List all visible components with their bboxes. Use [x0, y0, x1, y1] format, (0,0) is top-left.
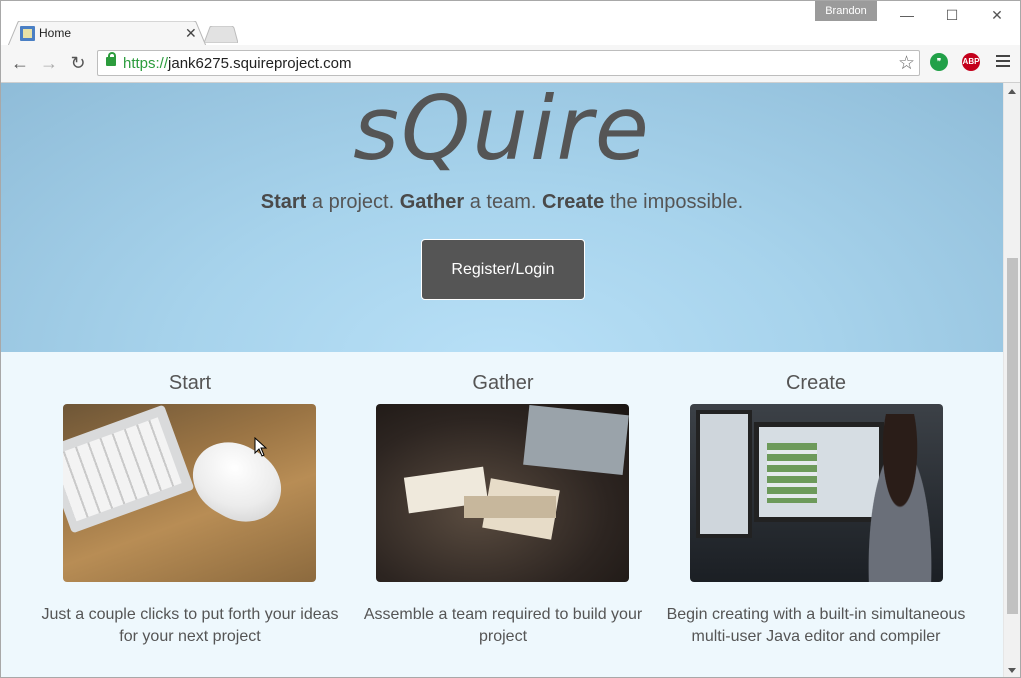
feature-title: Create: [785, 372, 847, 394]
tagline: Start a project. Gather a team. Create t…: [1, 191, 1003, 214]
mouse-illustration: [179, 427, 295, 537]
tagline-start: Start: [260, 191, 307, 213]
adblock-plus-icon[interactable]: ABP: [962, 53, 980, 71]
title-bar: Home ✕ Brandon — ☐ ✕: [1, 1, 1020, 46]
keyboard-illustration: [63, 404, 195, 534]
profile-badge[interactable]: Brandon: [815, 1, 877, 21]
reload-icon[interactable]: ↻: [67, 53, 89, 75]
feature-image-keyboard-mouse: [63, 404, 316, 582]
tagline-create: Create: [542, 191, 605, 213]
hero-section: sQuire Start a project. Gather a team. C…: [1, 83, 1003, 352]
mouse-cursor-icon: [254, 437, 268, 457]
tab-shape: [8, 21, 206, 46]
site-favicon-icon: [20, 26, 35, 41]
tagline-text-3: the impossible.: [604, 191, 744, 213]
browser-toolbar: ← → ↻ https://jank6275.squireproject.com…: [1, 45, 1020, 83]
tagline-text-1: a project.: [306, 191, 400, 213]
page-scrollbar[interactable]: [1003, 83, 1020, 677]
feature-title: Gather: [472, 372, 534, 394]
minimize-icon[interactable]: —: [885, 3, 929, 27]
lock-icon: [106, 52, 116, 66]
scrollbar-thumb[interactable]: [1007, 258, 1018, 614]
maximize-icon[interactable]: ☐: [930, 3, 974, 27]
feature-description: Begin creating with a built-in simultane…: [666, 606, 966, 645]
new-tab-button[interactable]: [204, 26, 238, 43]
monitor-illustration: [696, 410, 752, 538]
tab-title: Home: [39, 26, 72, 40]
address-bar[interactable]: https://jank6275.squireproject.com ☆: [97, 50, 920, 76]
forward-arrow-icon[interactable]: →: [38, 53, 60, 75]
url-scheme: https://: [123, 55, 169, 72]
url-text[interactable]: https://jank6275.squireproject.com: [123, 55, 351, 72]
site-logo: sQuire: [353, 83, 651, 180]
tagline-gather: Gather: [399, 191, 465, 213]
scroll-up-icon[interactable]: [1008, 89, 1016, 94]
feature-title: Start: [168, 372, 212, 394]
abp-label: ABP: [962, 57, 980, 66]
feature-image-team-table: [376, 404, 629, 582]
back-arrow-icon[interactable]: ←: [9, 53, 31, 75]
feature-image-developer: [690, 404, 943, 582]
laptop-illustration: [523, 404, 629, 476]
hamburger-menu-icon[interactable]: [996, 55, 1010, 70]
tagline-text-2: a team.: [464, 191, 542, 213]
url-host: jank6275.squireproject.com: [168, 55, 352, 72]
page-viewport: sQuire Start a project. Gather a team. C…: [1, 83, 1003, 677]
browser-window: Home ✕ Brandon — ☐ ✕ ← → ↻ https://jank6…: [0, 0, 1021, 678]
close-window-icon[interactable]: ✕: [975, 3, 1019, 27]
person-illustration: [860, 414, 940, 582]
star-icon[interactable]: ☆: [898, 52, 915, 75]
hangouts-icon[interactable]: ❞: [930, 53, 948, 71]
notebook-illustration: [464, 496, 556, 518]
tab-home[interactable]: Home ✕: [8, 21, 206, 46]
feature-description: Assemble a team required to build your p…: [363, 606, 643, 645]
register-login-button[interactable]: Register/Login: [421, 239, 585, 300]
tab-close-icon[interactable]: ✕: [185, 24, 197, 42]
scroll-down-icon[interactable]: [1008, 668, 1016, 673]
feature-description: Just a couple clicks to put forth your i…: [41, 606, 339, 645]
